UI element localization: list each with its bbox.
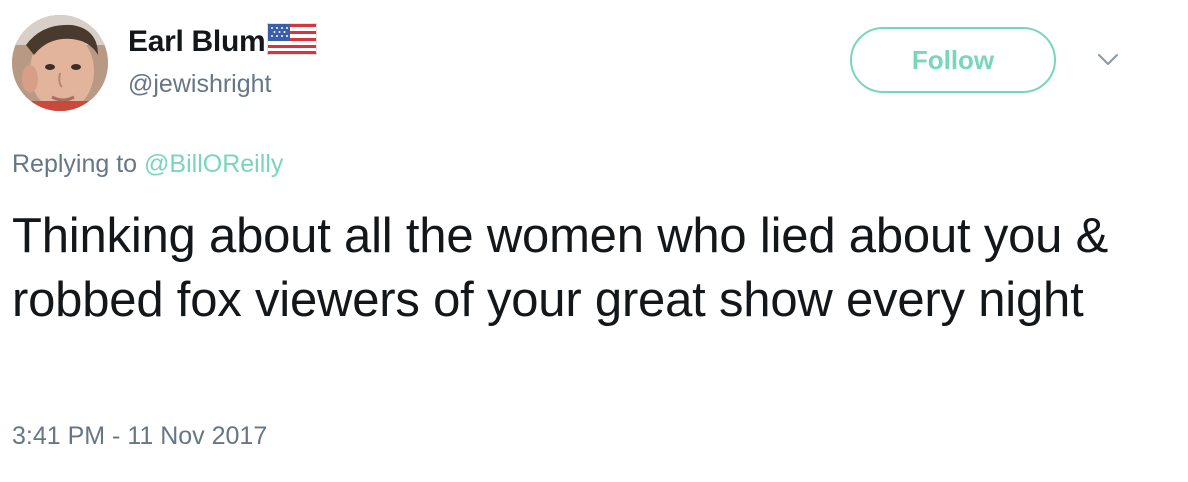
tweet-card: Earl Blum @jewishright Follow Replying t… — [0, 0, 1188, 482]
replying-to: Replying to @BillOReilly — [12, 150, 283, 179]
reply-mention-link[interactable]: @BillOReilly — [144, 150, 283, 178]
display-name[interactable]: Earl Blum — [128, 25, 266, 59]
replying-to-label: Replying to — [12, 150, 138, 178]
tweet-text: Thinking about all the women who lied ab… — [12, 209, 1109, 327]
author-name-row[interactable]: Earl Blum — [128, 22, 318, 62]
chevron-down-icon[interactable] — [1096, 52, 1120, 68]
follow-button[interactable]: Follow — [850, 27, 1056, 93]
author-handle[interactable]: @jewishright — [128, 70, 271, 99]
avatar-photo-icon — [12, 15, 108, 111]
tweet-timestamp[interactable]: 3:41 PM - 11 Nov 2017 — [12, 422, 267, 451]
us-flag-icon — [267, 23, 318, 55]
avatar[interactable] — [12, 15, 108, 111]
